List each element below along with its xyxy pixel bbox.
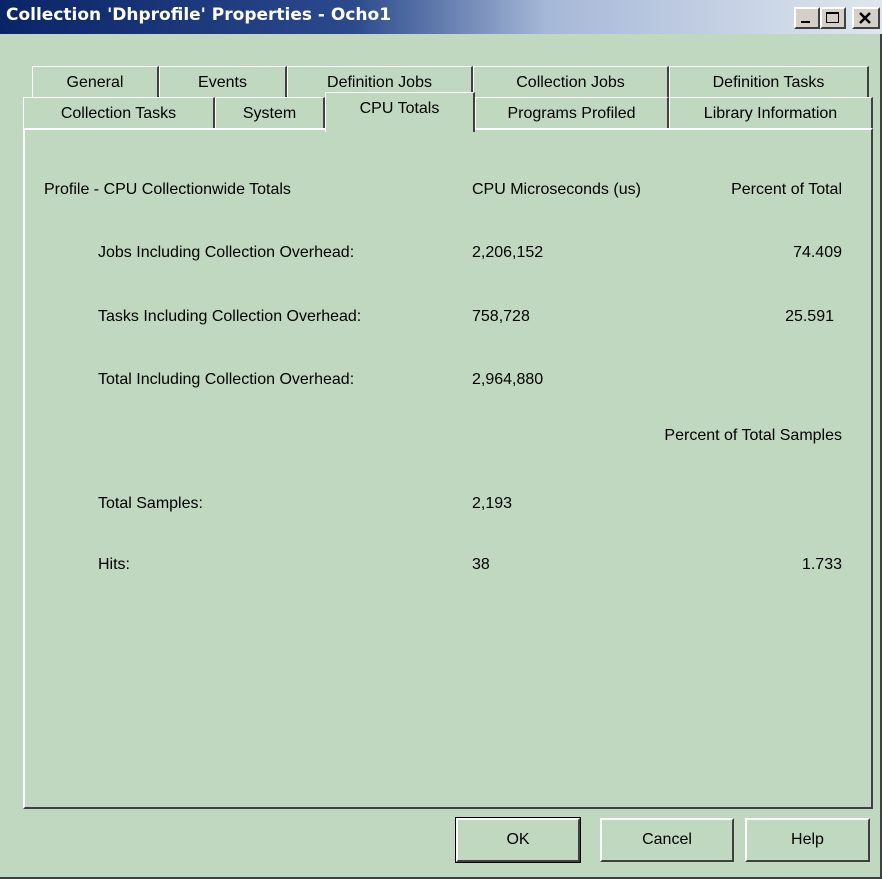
tab-label: CPU Totals bbox=[359, 100, 440, 117]
minimize-button[interactable] bbox=[794, 7, 820, 29]
hits-percent: 1.733 bbox=[801, 556, 842, 573]
hits-value: 38 bbox=[472, 556, 490, 573]
total-samples-value: 2,193 bbox=[472, 495, 513, 512]
maximize-icon bbox=[826, 12, 839, 23]
tab-label: Definition Tasks bbox=[712, 74, 825, 91]
hits-label: Hits: bbox=[98, 556, 130, 573]
maximize-button[interactable] bbox=[820, 7, 846, 29]
jobs-overhead-label: Jobs Including Collection Overhead: bbox=[98, 244, 355, 261]
title-bar[interactable]: Collection 'Dhprofile' Properties - Ocho… bbox=[0, 0, 882, 34]
jobs-overhead-percent: 74.409 bbox=[793, 244, 842, 261]
minimize-icon bbox=[801, 21, 810, 23]
tab-label: Collection Jobs bbox=[516, 74, 625, 91]
window-title: Collection 'Dhprofile' Properties - Ocho… bbox=[6, 5, 392, 25]
tab-events[interactable]: Events bbox=[159, 66, 287, 98]
samples-percent-header: Percent of Total Samples bbox=[664, 427, 842, 444]
tasks-overhead-percent: 25.591 bbox=[785, 308, 834, 325]
tab-label: System bbox=[242, 105, 297, 122]
tab-label: Events bbox=[198, 74, 247, 91]
tab-label: Library Information bbox=[703, 105, 838, 122]
tab-system[interactable]: System bbox=[215, 97, 325, 129]
tab-definition-tasks[interactable]: Definition Tasks bbox=[669, 66, 869, 98]
total-overhead-label: Total Including Collection Overhead: bbox=[98, 371, 355, 388]
help-button[interactable]: Help bbox=[745, 818, 870, 862]
tab-label: Definition Jobs bbox=[327, 74, 432, 91]
close-button[interactable] bbox=[852, 7, 880, 29]
close-icon bbox=[859, 12, 871, 24]
cpu-column-header: CPU Microseconds (us) bbox=[472, 181, 641, 198]
tasks-overhead-label: Tasks Including Collection Overhead: bbox=[98, 308, 362, 325]
tab-label: General bbox=[66, 74, 124, 91]
tab-library-information[interactable]: Library Information bbox=[669, 97, 873, 129]
tab-cpu-totals[interactable]: CPU Totals bbox=[325, 92, 475, 132]
tab-label: Collection Tasks bbox=[60, 105, 177, 122]
tab-general[interactable]: General bbox=[32, 66, 159, 98]
section-header: Profile - CPU Collectionwide Totals bbox=[44, 181, 291, 198]
percent-column-header: Percent of Total bbox=[731, 181, 842, 198]
properties-dialog: Collection 'Dhprofile' Properties - Ocho… bbox=[0, 0, 882, 879]
tab-collection-jobs[interactable]: Collection Jobs bbox=[473, 66, 669, 98]
tasks-overhead-cpu: 758,728 bbox=[472, 308, 530, 325]
tab-collection-tasks[interactable]: Collection Tasks bbox=[23, 97, 215, 129]
total-samples-label: Total Samples: bbox=[98, 495, 203, 512]
cpu-totals-panel bbox=[23, 128, 873, 809]
jobs-overhead-cpu: 2,206,152 bbox=[472, 244, 544, 261]
tab-programs-profiled[interactable]: Programs Profiled bbox=[475, 97, 669, 129]
tab-label: Programs Profiled bbox=[507, 105, 636, 122]
cancel-button[interactable]: Cancel bbox=[600, 818, 734, 862]
total-overhead-cpu: 2,964,880 bbox=[472, 371, 544, 388]
ok-button[interactable]: OK bbox=[455, 817, 581, 863]
